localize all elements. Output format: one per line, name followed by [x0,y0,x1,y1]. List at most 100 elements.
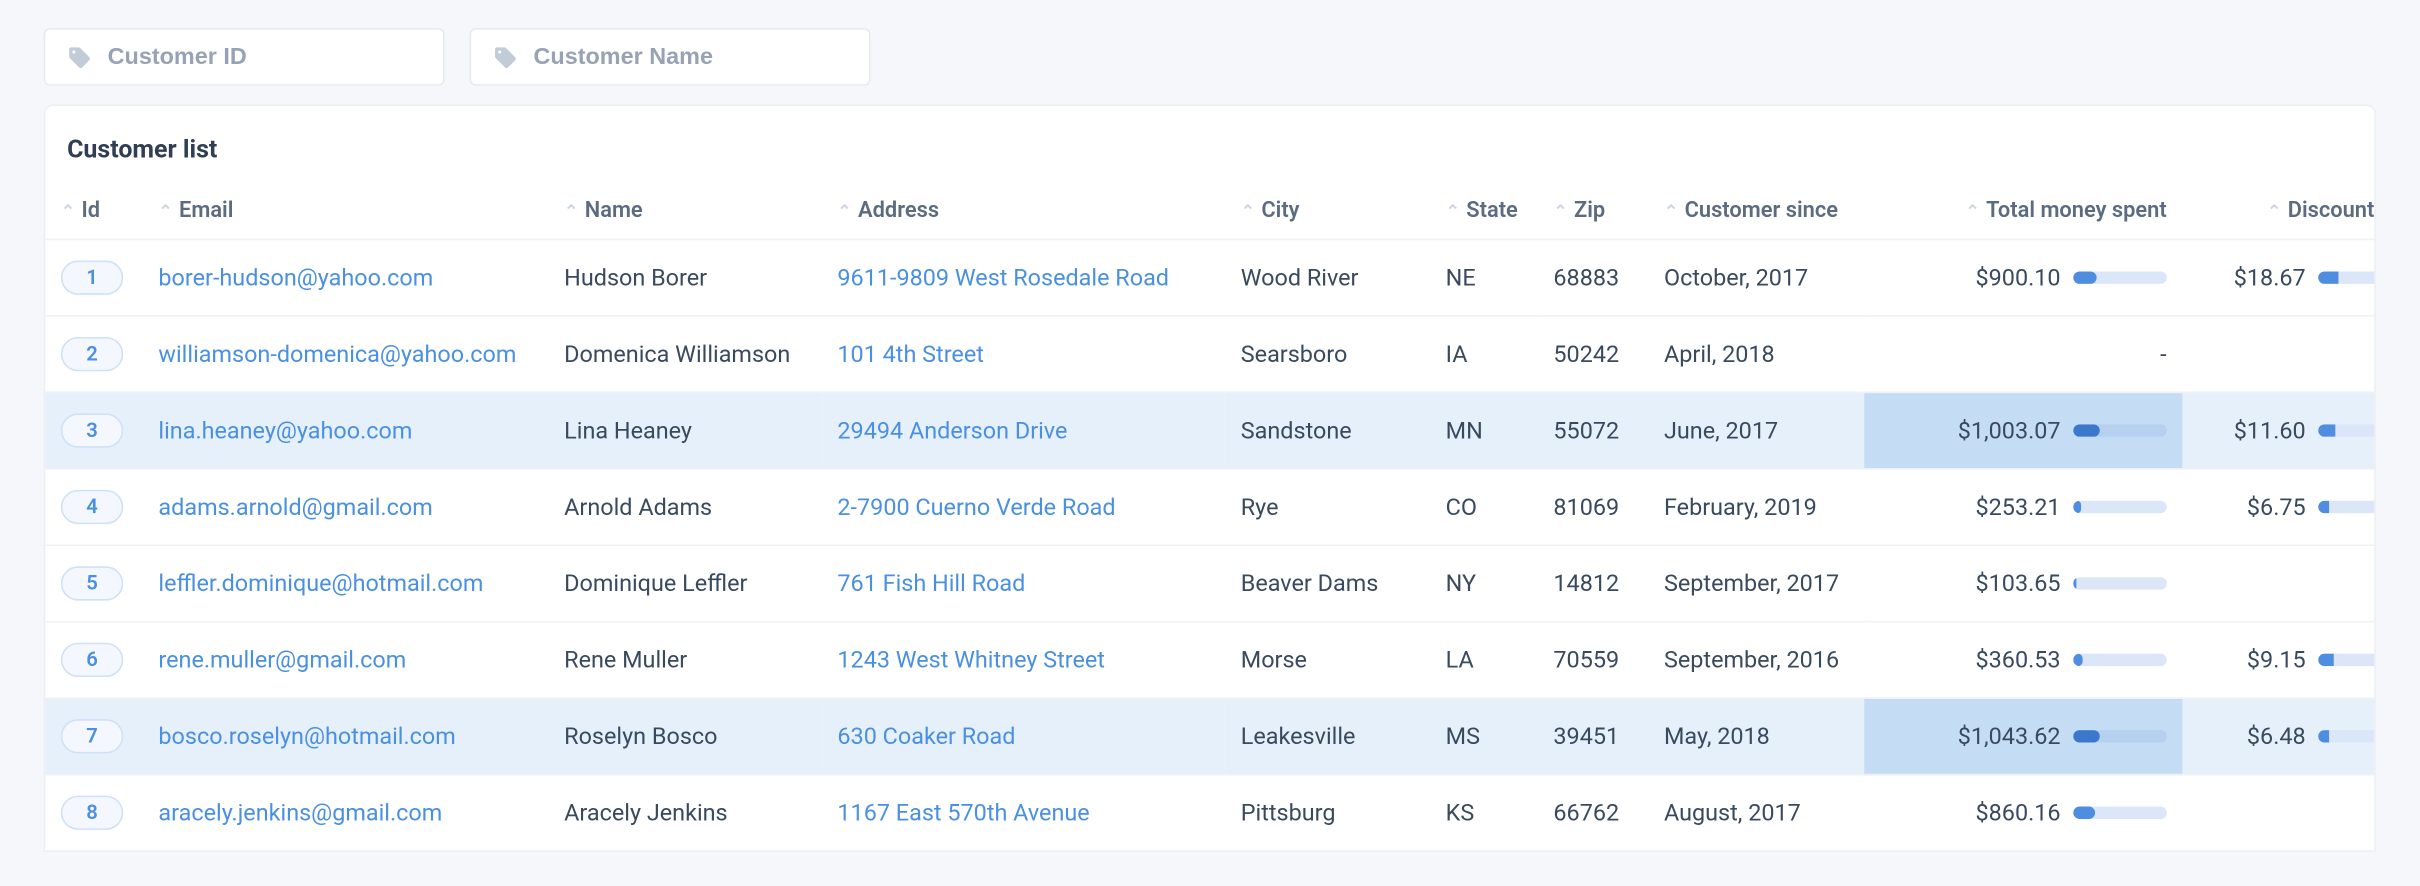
cell-email: adams.arnold@gmail.com [143,469,549,545]
sort-caret-icon: ⌃ [1553,201,1567,221]
address-link[interactable]: 630 Coaker Road [837,722,1015,750]
col-city[interactable]: ⌃City [1225,186,1430,240]
discount-value: $6.75 [2247,493,2306,521]
discount-bar [2318,730,2374,742]
cell-state: IA [1430,316,1538,392]
email-link[interactable]: rene.muller@gmail.com [158,646,406,674]
address-link[interactable]: 9611-9809 West Rosedale Road [837,264,1169,292]
spent-value: $360.53 [1975,646,2060,674]
cell-email: borer-hudson@yahoo.com [143,239,549,315]
id-pill[interactable]: 3 [61,413,123,447]
cell-city: Rye [1225,469,1430,545]
cell-state: LA [1430,622,1538,698]
discount-bar [2318,271,2374,283]
email-link[interactable]: leffler.dominique@hotmail.com [158,569,483,597]
cell-since: August, 2017 [1648,775,1863,851]
sort-caret-icon: ⌃ [158,201,172,221]
col-id[interactable]: ⌃Id [45,186,143,240]
table-row[interactable]: 8aracely.jenkins@gmail.comAracely Jenkin… [45,775,2374,851]
discount-value: $18.67 [2234,264,2306,292]
cell-name: Rene Muller [549,622,822,698]
tag-icon [67,44,92,69]
address-link[interactable]: 1243 West Whitney Street [837,646,1105,674]
cell-address: 1243 West Whitney Street [822,622,1225,698]
cell-discount: $6.48 [2182,698,2374,774]
spent-bar [2073,501,2167,513]
sort-caret-icon: ⌃ [1241,201,1255,221]
discount-bar [2318,654,2374,666]
email-link[interactable]: bosco.roselyn@hotmail.com [158,722,455,750]
spent-value: - [2160,340,2166,368]
address-link[interactable]: 761 Fish Hill Road [837,569,1025,597]
cell-state: MN [1430,392,1538,468]
table-row[interactable]: 3 lina.heaney@yahoo.com Lina Heaney 29494 A… [45,392,2374,468]
table-row[interactable]: 5leffler.dominique@hotmail.comDominique … [45,545,2374,621]
id-pill[interactable]: 8 [61,796,123,830]
cell-since: May, 2018 [1648,698,1863,774]
cell-id: 2 [45,316,143,392]
customer-name-filter[interactable] [470,28,871,86]
col-email[interactable]: ⌃Email [143,186,549,240]
customer-name-input[interactable] [534,44,848,71]
cell-email: aracely.jenkins@gmail.com [143,775,549,851]
col-address[interactable]: ⌃Address [822,186,1225,240]
id-pill[interactable]: 1 [61,261,123,295]
cell-since: September, 2017 [1648,545,1863,621]
sort-caret-icon: ⌃ [1664,201,1678,221]
cell-state: NY [1430,545,1538,621]
cell-name: Lina Heaney [549,392,822,468]
table-row[interactable]: 6 rene.muller@gmail.com Rene Muller 1243 We… [45,622,2374,698]
col-total-spent[interactable]: ⌃Total money spent [1863,186,2182,240]
id-pill[interactable]: 2 [61,337,123,371]
cell-city: Beaver Dams [1225,545,1430,621]
address-link[interactable]: 101 4th Street [837,340,983,368]
address-link[interactable]: 2-7900 Cuerno Verde Road [837,493,1115,521]
spent-value: $1,043.62 [1958,722,2061,750]
cell-discount: $6.75 [2182,469,2374,545]
cell-zip: 50242 [1538,316,1649,392]
cell-total-spent: $860.16 [1863,775,2182,851]
table-row[interactable]: 7 bosco.roselyn@hotmail.com Roselyn Bosco 6… [45,698,2374,774]
col-since[interactable]: ⌃Customer since [1648,186,1863,240]
address-link[interactable]: 29494 Anderson Drive [837,417,1067,445]
col-name[interactable]: ⌃Name [549,186,822,240]
table-row[interactable]: 1borer-hudson@yahoo.comHudson Borer9611-… [45,239,2374,315]
customer-id-filter[interactable] [44,28,445,86]
discount-value: $11.60 [2234,417,2306,445]
sort-caret-icon: ⌃ [1446,201,1460,221]
email-link[interactable]: adams.arnold@gmail.com [158,493,432,521]
cell-email: lina.heaney@yahoo.com [143,392,549,468]
id-pill[interactable]: 6 [61,643,123,677]
spent-value: $860.16 [1975,799,2060,827]
col-state[interactable]: ⌃State [1430,186,1538,240]
discount-bar [2318,501,2374,513]
email-link[interactable]: williamson-domenica@yahoo.com [158,340,516,368]
col-zip[interactable]: ⌃Zip [1538,186,1649,240]
email-link[interactable]: lina.heaney@yahoo.com [158,417,412,445]
email-link[interactable]: aracely.jenkins@gmail.com [158,799,442,827]
cell-zip: 66762 [1538,775,1649,851]
cell-state: KS [1430,775,1538,851]
cell-total-spent: $1,003.07 [1863,392,2182,468]
table-header-row: ⌃Id ⌃Email ⌃Name ⌃Address ⌃City ⌃State ⌃… [45,186,2374,240]
cell-zip: 68883 [1538,239,1649,315]
address-link[interactable]: 1167 East 570th Avenue [837,799,1089,827]
cell-zip: 39451 [1538,698,1649,774]
cell-total-spent: $253.21 [1863,469,2182,545]
table-row[interactable]: 2williamson-domenica@yahoo.comDomenica W… [45,316,2374,392]
id-pill[interactable]: 5 [61,566,123,600]
spent-value: $253.21 [1975,493,2060,521]
customer-id-input[interactable] [108,44,422,71]
id-pill[interactable]: 7 [61,719,123,753]
col-discount[interactable]: ⌃Discount [2182,186,2374,240]
cell-address: 9611-9809 West Rosedale Road [822,239,1225,315]
cell-name: Roselyn Bosco [549,698,822,774]
email-link[interactable]: borer-hudson@yahoo.com [158,264,433,292]
cell-zip: 81069 [1538,469,1649,545]
id-pill[interactable]: 4 [61,490,123,524]
spent-bar [2073,424,2167,436]
cell-since: June, 2017 [1648,392,1863,468]
sort-caret-icon: ⌃ [2267,201,2281,221]
cell-id: 3 [45,392,143,468]
table-row[interactable]: 4adams.arnold@gmail.comArnold Adams2-790… [45,469,2374,545]
